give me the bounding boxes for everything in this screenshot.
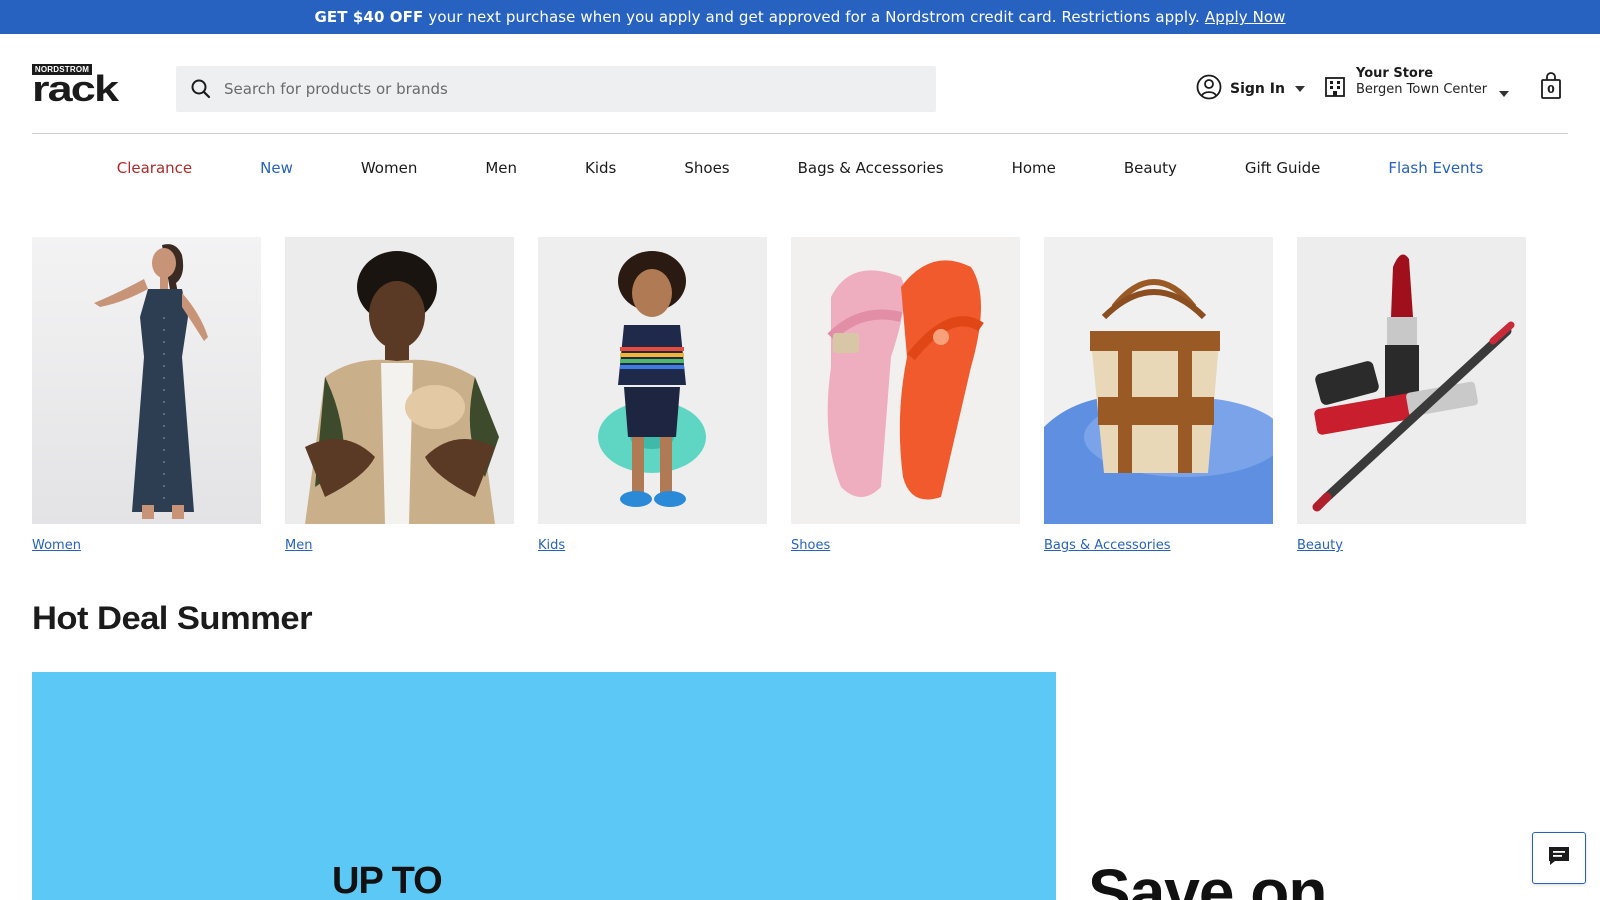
bag-count: 0	[1547, 83, 1555, 96]
category-card-kids[interactable]: Kids	[538, 237, 767, 557]
chat-button[interactable]	[1532, 832, 1586, 884]
store-info: Your Store Bergen Town Center	[1356, 66, 1487, 98]
store-title: Your Store	[1356, 66, 1434, 81]
nav-item-shoes[interactable]: Shoes	[650, 159, 763, 177]
hero-banner[interactable]: UP TO	[32, 672, 1056, 900]
category-link-kids[interactable]: Kids	[538, 538, 767, 553]
nav-item-men[interactable]: Men	[451, 159, 551, 177]
chevron-down-icon	[1294, 86, 1305, 92]
category-link-shoes[interactable]: Shoes	[791, 538, 1020, 553]
category-image-beauty[interactable]	[1297, 237, 1526, 524]
sign-in-button[interactable]: Sign In	[1196, 74, 1305, 104]
category-link-bags-accessories[interactable]: Bags & Accessories	[1044, 538, 1273, 553]
category-card-shoes[interactable]: Shoes	[791, 237, 1020, 557]
section-title: Hot Deal Summer	[32, 600, 313, 636]
logo-big-text: Rack	[32, 68, 119, 109]
hero-text: UP TO	[332, 860, 443, 900]
store-icon	[1324, 76, 1346, 102]
nav-item-women[interactable]: Women	[327, 159, 451, 177]
promo-bold-text: GET $40 OFF	[314, 8, 424, 26]
nav-item-flash-events[interactable]: Flash Events	[1354, 159, 1517, 177]
search-input[interactable]	[224, 69, 904, 109]
category-image-bags-accessories[interactable]	[1044, 237, 1273, 524]
category-card-beauty[interactable]: Beauty	[1297, 237, 1526, 557]
nav-item-gift-guide[interactable]: Gift Guide	[1211, 159, 1355, 177]
nav-item-bags-accessories[interactable]: Bags & Accessories	[764, 159, 978, 177]
category-image-women[interactable]	[32, 237, 261, 524]
nav-item-beauty[interactable]: Beauty	[1090, 159, 1211, 177]
store-name: Bergen Town Center	[1356, 82, 1488, 97]
category-image-kids[interactable]	[538, 237, 767, 524]
shopping-bag-button[interactable]: 0	[1540, 72, 1562, 104]
nav-item-new[interactable]: New	[226, 159, 327, 177]
category-card-bags-accessories[interactable]: Bags & Accessories	[1044, 237, 1273, 557]
nav-item-home[interactable]: Home	[978, 159, 1090, 177]
search-bar[interactable]	[176, 66, 936, 112]
category-image-men[interactable]	[285, 237, 514, 524]
category-link-beauty[interactable]: Beauty	[1297, 538, 1526, 553]
main-nav: Clearance New Women Men Kids Shoes Bags …	[32, 150, 1568, 186]
nav-item-kids[interactable]: Kids	[551, 159, 650, 177]
site-header: NORDSTROM Rack Sign In	[32, 34, 1568, 134]
category-image-shoes[interactable]	[791, 237, 1020, 524]
promo-banner: GET $40 OFF your next purchase when you …	[0, 0, 1600, 34]
user-circle-icon	[1196, 74, 1222, 104]
category-link-men[interactable]: Men	[285, 538, 514, 553]
sign-in-label: Sign In	[1230, 81, 1285, 97]
nordstrom-rack-logo[interactable]: NORDSTROM Rack	[32, 64, 152, 109]
promo-side-heading: Save on	[1088, 856, 1327, 900]
search-icon[interactable]	[190, 78, 212, 100]
category-card-men[interactable]: Men	[285, 237, 514, 557]
promo-text: your next purchase when you apply and ge…	[428, 8, 1200, 26]
chat-icon	[1547, 844, 1571, 872]
nav-item-clearance[interactable]: Clearance	[83, 159, 226, 177]
chevron-down-icon	[1499, 91, 1510, 97]
store-selector[interactable]: Your Store Bergen Town Center	[1324, 66, 1510, 102]
category-link-women[interactable]: Women	[32, 538, 261, 553]
category-card-women[interactable]: Women	[32, 237, 261, 557]
apply-now-link[interactable]: Apply Now	[1205, 8, 1286, 26]
category-grid: Women Men Kids Shoes Bags & Accessories …	[32, 237, 1532, 557]
